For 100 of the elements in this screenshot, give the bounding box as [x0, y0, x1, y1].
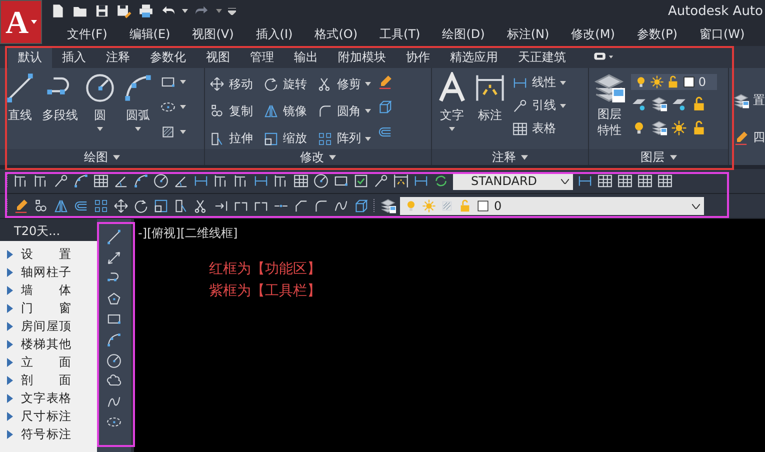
caret-icon[interactable]	[560, 104, 566, 108]
ribbon-tool-button[interactable]: 缩放	[263, 128, 308, 149]
eraser-icon[interactable]	[13, 198, 29, 214]
spline-icon[interactable]	[333, 198, 349, 214]
leader-icon[interactable]	[53, 173, 69, 189]
save-icon[interactable]	[94, 3, 110, 19]
ribbon-tool-button[interactable]: 移动	[209, 74, 254, 94]
ribbon-tool-button[interactable]: 图层特性	[593, 72, 626, 149]
ribbon-tab[interactable]: 视图	[196, 46, 240, 68]
ribbon-tab[interactable]: 协作	[396, 46, 440, 68]
extend-icon[interactable]	[213, 198, 229, 214]
palette-item[interactable]: 立 面	[21, 354, 71, 370]
menu-item[interactable]: 视图(V)	[181, 26, 245, 42]
ribbon-tool-button[interactable]: 线性	[512, 74, 566, 91]
palette-item[interactable]: 门 窗	[21, 300, 71, 316]
menu-item[interactable]: 格式(O)	[304, 26, 369, 42]
app-logo[interactable]: A	[0, 0, 42, 44]
panel-title[interactable]: 绘图	[84, 148, 108, 166]
drawing-canvas[interactable]: -][俯视][二维线框] 红框为【功能区】 紫框为【工具栏】	[134, 219, 765, 452]
palette-item[interactable]: 房间屋顶	[21, 318, 71, 334]
hatch-icon[interactable]	[160, 124, 176, 140]
ribbon-tool-button[interactable]: 标注	[474, 72, 506, 149]
palette-item[interactable]: 墙 体	[21, 282, 71, 298]
ribbon-tool-button[interactable]: 阵列	[317, 128, 372, 149]
linear-dimension-icon[interactable]	[413, 173, 429, 189]
caret-icon[interactable]	[365, 136, 372, 141]
mirror-icon[interactable]	[53, 198, 69, 214]
caret-icon[interactable]	[180, 130, 186, 134]
grip-icon[interactable]	[373, 199, 376, 213]
ribbon-tab[interactable]: 默认	[8, 46, 52, 68]
layer-tool-icon[interactable]	[631, 96, 648, 112]
palette-item[interactable]: 尺寸标注	[21, 408, 71, 424]
stretch-icon[interactable]	[173, 198, 189, 214]
menu-item[interactable]: 文件(F)	[56, 26, 118, 42]
ribbon-tab[interactable]: 管理	[240, 46, 284, 68]
layers-icon[interactable]	[651, 120, 668, 136]
caret-icon[interactable]	[560, 80, 566, 84]
palette-item[interactable]: 轴网柱子	[21, 264, 71, 280]
palette-item[interactable]: 设 置	[21, 246, 71, 262]
ribbon-tool-button[interactable]: 镜像	[263, 101, 308, 122]
panel-title[interactable]: 修改	[300, 148, 324, 166]
refresh-icon[interactable]	[433, 173, 449, 189]
caret-icon[interactable]	[182, 9, 188, 13]
caret-icon[interactable]	[135, 127, 141, 131]
menu-item[interactable]: 窗口(W)	[688, 26, 756, 42]
circle-icon[interactable]	[153, 173, 169, 189]
box-icon[interactable]	[353, 198, 369, 214]
menu-item[interactable]: 绘图(D)	[431, 26, 496, 42]
box-icon[interactable]	[377, 99, 394, 115]
panel-title[interactable]: 注释	[492, 148, 516, 166]
caret-icon[interactable]	[670, 154, 677, 160]
checkbox-icon[interactable]	[353, 173, 369, 189]
grip-icon[interactable]	[6, 199, 9, 213]
linear-dimension-icon[interactable]	[253, 173, 269, 189]
table-icon[interactable]	[293, 173, 309, 189]
palette-item[interactable]: 楼梯其他	[21, 336, 71, 352]
rotate-icon[interactable]	[133, 198, 149, 214]
layer-tool-icon[interactable]	[671, 96, 688, 112]
save-as-icon[interactable]	[116, 3, 132, 19]
new-file-icon[interactable]	[50, 3, 66, 19]
move-icon[interactable]	[113, 198, 129, 214]
scale-icon[interactable]	[153, 198, 169, 214]
customize-icon[interactable]	[228, 8, 236, 14]
palette-item[interactable]: 剖 面	[21, 372, 71, 388]
circle-icon[interactable]	[313, 173, 329, 189]
ribbon-tab[interactable]: 参数化	[140, 46, 196, 68]
viewport-label[interactable]: -][俯视][二维线框]	[138, 225, 238, 242]
table-icon[interactable]	[93, 173, 109, 189]
ribbon-tool-button[interactable]: 引线	[512, 97, 566, 114]
menu-item[interactable]: 工具(T)	[368, 26, 432, 42]
menu-item[interactable]: 插入(I)	[244, 26, 304, 42]
copy-icon[interactable]	[33, 198, 49, 214]
arc-icon[interactable]	[106, 332, 122, 348]
polygon-icon[interactable]	[106, 290, 122, 307]
ribbon-tab[interactable]: 附加模块	[328, 46, 396, 68]
leader-icon[interactable]	[373, 173, 389, 189]
sun-icon[interactable]	[671, 120, 688, 136]
table-icon[interactable]	[597, 173, 613, 189]
palette-item[interactable]: 文字表格	[21, 390, 71, 406]
ribbon-tool-button[interactable]: 圆角	[317, 101, 372, 122]
caret-icon[interactable]	[365, 82, 372, 86]
double-arrow-line-icon[interactable]	[106, 250, 122, 266]
fillet-icon[interactable]	[313, 198, 329, 214]
circle-icon[interactable]	[106, 352, 122, 369]
ribbon-tool-button[interactable]: 多段线	[42, 72, 78, 149]
ribbon-tool-button[interactable]: 置	[732, 92, 765, 109]
ribbon-tool-button[interactable]: 旋转	[263, 74, 308, 94]
ribbon-tool-button[interactable]: 直线	[4, 72, 36, 149]
ribbon-tool-button[interactable]: 四	[732, 129, 765, 146]
caret-icon[interactable]	[521, 154, 528, 160]
ribbon-tab[interactable]: 精选应用	[440, 46, 508, 68]
chamfer-icon[interactable]	[293, 198, 309, 214]
layers-icon[interactable]	[380, 198, 396, 214]
ribbon-tool-button[interactable]: 复制	[209, 101, 254, 122]
table-icon[interactable]	[637, 173, 653, 189]
eraser-icon[interactable]	[377, 74, 394, 90]
grip-icon[interactable]	[6, 174, 9, 188]
ribbon-tab[interactable]: 插入	[52, 46, 96, 68]
ribbon-tool-button[interactable]: 拉伸	[209, 128, 254, 149]
palette-item[interactable]: 符号标注	[21, 426, 71, 442]
